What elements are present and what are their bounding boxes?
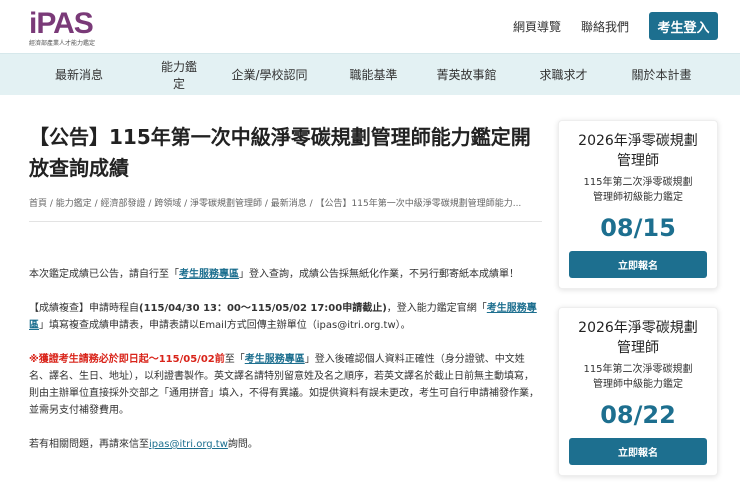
exam-sidebar: 2026年淨零碳規劃管理師 115年第二次淨零碳規劃管理師初級能力鑑定 08/1…: [558, 120, 718, 476]
breadcrumb[interactable]: 首頁 / 能力鑑定 / 經濟部發證 / 跨領域 / 淨零碳規劃管理師 / 最新消…: [29, 196, 542, 222]
text: 」登入查詢，成績公告採無紙化作業，不另行郵寄紙本成績單！: [239, 269, 519, 280]
email-link[interactable]: ipas@itri.org.tw: [149, 439, 228, 450]
candidate-login-button[interactable]: 考生登入: [649, 12, 718, 40]
text: 若有相關問題，再請來信至: [29, 439, 149, 450]
ipas-logo[interactable]: iPAS 經濟部產業人才能力鑑定: [29, 8, 99, 48]
deadline-alert: ※獲證考生請務必於即日起～115/05/02前: [29, 354, 225, 365]
review-period: (115/04/30 13：00～115/05/02 17:00申請截止): [139, 303, 387, 314]
site-header: iPAS 經濟部產業人才能力鑑定 網頁導覽 聯絡我們 考生登入: [0, 0, 740, 53]
nav-item-news[interactable]: 最新消息: [0, 66, 158, 83]
candidate-service-link[interactable]: 考生服務專區: [179, 269, 239, 280]
page-title: 【公告】115年第一次中級淨零碳規劃管理師能力鑑定開放查詢成績: [29, 125, 531, 180]
text: 至「: [224, 354, 245, 365]
register-button[interactable]: 立即報名: [569, 251, 707, 278]
article-body: 本次鑑定成績已公告，請自行至「考生服務專區」登入查詢，成績公告採無紙化作業，不另…: [29, 266, 542, 453]
nav-item-certification[interactable]: 能力鑑定: [158, 58, 200, 92]
exam-card-subtitle: 115年第二次淨零碳規劃管理師中級能力鑑定: [583, 364, 693, 390]
nav-item-jobs[interactable]: 求職求才: [525, 66, 602, 83]
contact-link[interactable]: 聯絡我們: [581, 18, 629, 35]
candidate-service-link[interactable]: 考生服務專區: [245, 354, 305, 365]
exam-card: 2026年淨零碳規劃管理師 115年第二次淨零碳規劃管理師初級能力鑑定 08/1…: [558, 120, 718, 289]
exam-card-title: 2026年淨零碳規劃管理師: [578, 320, 698, 356]
exam-card-title: 2026年淨零碳規劃管理師: [578, 133, 698, 169]
nav-item-stories[interactable]: 菁英故事館: [408, 66, 525, 83]
main-nav: 最新消息 能力鑑定 企業/學校認同 職能基準 菁英故事館 求職求才 關於本計畫: [0, 53, 740, 95]
exam-card-subtitle: 115年第二次淨零碳規劃管理師初級能力鑑定: [583, 177, 693, 203]
sitemap-link[interactable]: 網頁導覽: [513, 18, 561, 35]
text: 本次鑑定成績已公告，請自行至「: [29, 269, 179, 280]
text: 」填寫複查成績申請表，申請表請以Email方式回傳主辦單位（ipas@itri.…: [39, 320, 411, 331]
nav-item-competency[interactable]: 職能基準: [339, 66, 408, 83]
text: ，登入能力鑑定官網「: [386, 303, 487, 314]
nav-item-enterprise-school[interactable]: 企業/學校認同: [200, 66, 339, 83]
exam-card: 2026年淨零碳規劃管理師 115年第二次淨零碳規劃管理師中級能力鑑定 08/2…: [558, 307, 718, 476]
article: 【公告】115年第一次中級淨零碳規劃管理師能力鑑定開放查詢成績 首頁 / 能力鑑…: [29, 122, 542, 470]
paragraph-results: 本次鑑定成績已公告，請自行至「考生服務專區」登入查詢，成績公告採無紙化作業，不另…: [29, 266, 542, 283]
exam-date: 08/15: [600, 214, 676, 242]
paragraph-contact: 若有相關問題，再請來信至ipas@itri.org.tw詢問。: [29, 436, 542, 453]
text: 【成績複查】申請時程自: [29, 303, 139, 314]
paragraph-certificate: ※獲證考生請務必於即日起～115/05/02前至「考生服務專區」登入後確認個人資…: [29, 351, 542, 419]
top-links: 網頁導覽 聯絡我們 考生登入: [513, 12, 740, 40]
logo-text: iPAS: [29, 7, 94, 40]
logo-subtitle: 經濟部產業人才能力鑑定: [29, 40, 96, 47]
nav-item-about[interactable]: 關於本計畫: [602, 66, 721, 83]
exam-date: 08/22: [600, 401, 676, 429]
register-button[interactable]: 立即報名: [569, 438, 707, 465]
paragraph-review: 【成績複查】申請時程自(115/04/30 13：00～115/05/02 17…: [29, 300, 542, 334]
text: 詢問。: [227, 439, 258, 450]
